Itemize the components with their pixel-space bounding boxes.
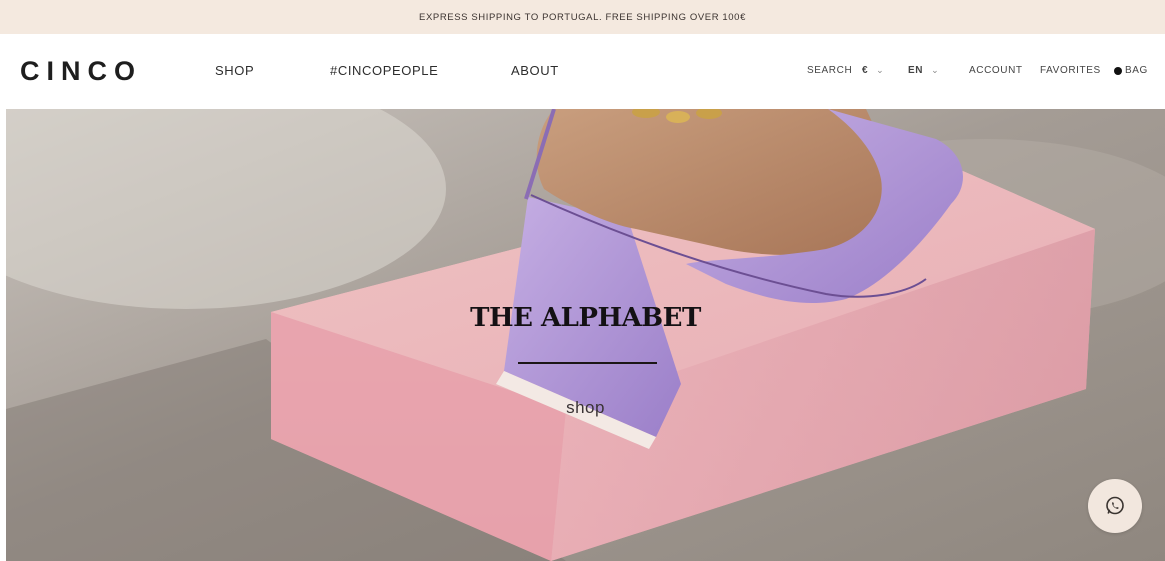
- hero-title: THE ALPHABET: [470, 303, 701, 333]
- chevron-down-icon: ⌄: [931, 65, 940, 75]
- hero-shop-link[interactable]: shop: [6, 398, 1165, 418]
- promo-bar: EXPRESS SHIPPING TO PORTUGAL. FREE SHIPP…: [0, 0, 1165, 34]
- whatsapp-chat-button[interactable]: [1088, 479, 1142, 533]
- account-link[interactable]: ACCOUNT: [969, 65, 1023, 76]
- language-value: EN: [908, 65, 924, 76]
- brand-logo[interactable]: CINCO: [20, 56, 142, 87]
- site-header: CINCO SHOP #CINCOPEOPLE ABOUT SEARCH € ⌄…: [0, 34, 1165, 109]
- hero-banner[interactable]: THE ALPHABET shop: [6, 109, 1165, 561]
- hero-image: [6, 109, 1165, 561]
- chevron-down-icon: ⌄: [876, 65, 885, 75]
- hero-divider: [518, 362, 657, 364]
- bag-link[interactable]: BAG: [1114, 65, 1148, 76]
- bag-indicator-icon: [1114, 66, 1122, 75]
- currency-selector[interactable]: € ⌄: [862, 65, 884, 76]
- favorites-link[interactable]: FAVORITES: [1040, 65, 1101, 76]
- whatsapp-icon: [1106, 496, 1124, 515]
- nav-about[interactable]: ABOUT: [511, 63, 559, 78]
- bag-label: BAG: [1125, 65, 1148, 76]
- promo-text: EXPRESS SHIPPING TO PORTUGAL. FREE SHIPP…: [419, 11, 746, 23]
- nav-shop[interactable]: SHOP: [215, 63, 254, 78]
- search-link[interactable]: SEARCH: [807, 65, 852, 76]
- language-selector[interactable]: EN ⌄: [908, 65, 939, 76]
- nav-cincopeople[interactable]: #CINCOPEOPLE: [330, 63, 438, 78]
- currency-value: €: [862, 65, 869, 76]
